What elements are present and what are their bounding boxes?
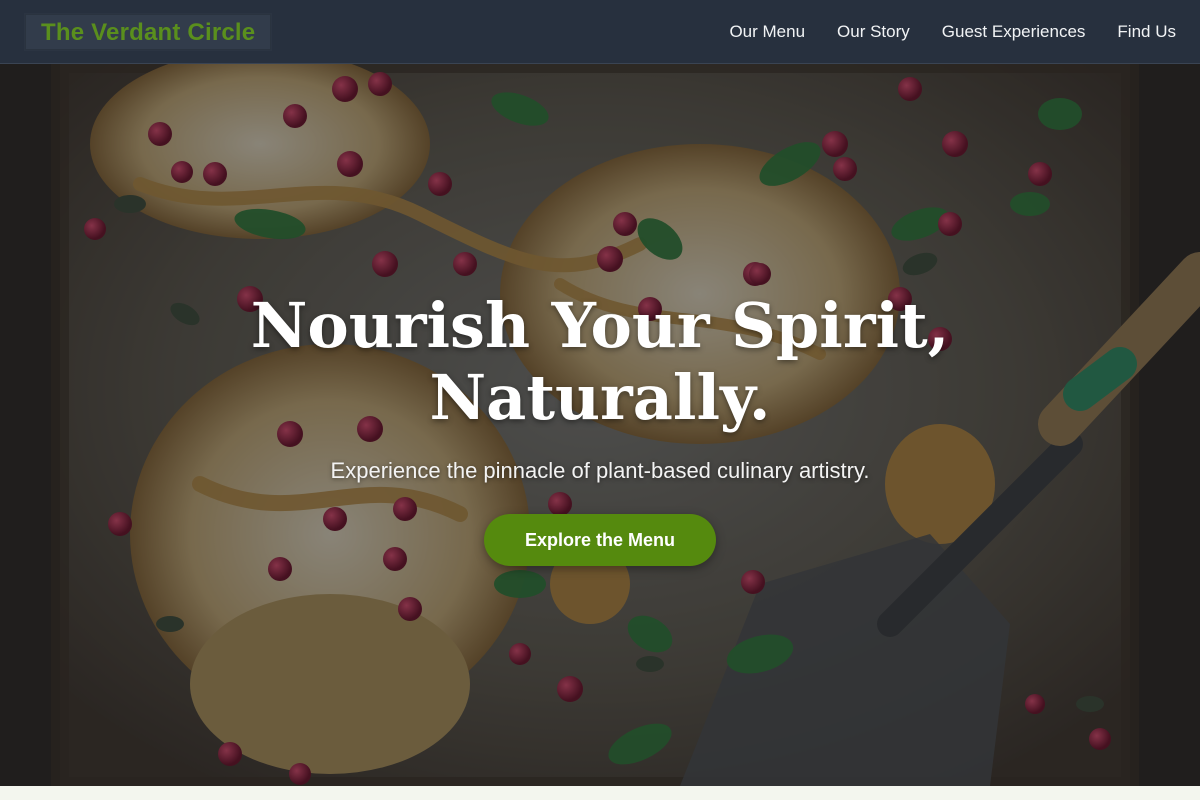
hero-subtitle: Experience the pinnacle of plant-based c… <box>330 458 870 483</box>
nav-item-find-us: Find Us <box>1117 22 1176 42</box>
hero-content: Nourish Your Spirit, Naturally. Experien… <box>0 290 1200 566</box>
nav-link-find-us[interactable]: Find Us <box>1117 22 1176 41</box>
top-navbar: The Verdant Circle Our Menu Our Story Gu… <box>0 0 1200 64</box>
nav-link-our-story[interactable]: Our Story <box>837 22 910 41</box>
hero-section: Nourish Your Spirit, Naturally. Experien… <box>0 64 1200 786</box>
next-section-edge <box>0 786 1200 800</box>
nav-link-guest-experiences[interactable]: Guest Experiences <box>942 22 1086 41</box>
nav-item-story: Our Story <box>837 22 910 42</box>
nav-link-our-menu[interactable]: Our Menu <box>729 22 805 41</box>
explore-menu-button[interactable]: Explore the Menu <box>484 514 716 566</box>
hero-title: Nourish Your Spirit, Naturally. <box>250 289 950 434</box>
main-nav: Our Menu Our Story Guest Experiences Fin… <box>729 22 1176 42</box>
nav-item-experiences: Guest Experiences <box>942 22 1086 42</box>
nav-item-menu: Our Menu <box>729 22 805 42</box>
brand-logo-link[interactable]: The Verdant Circle <box>24 12 273 51</box>
